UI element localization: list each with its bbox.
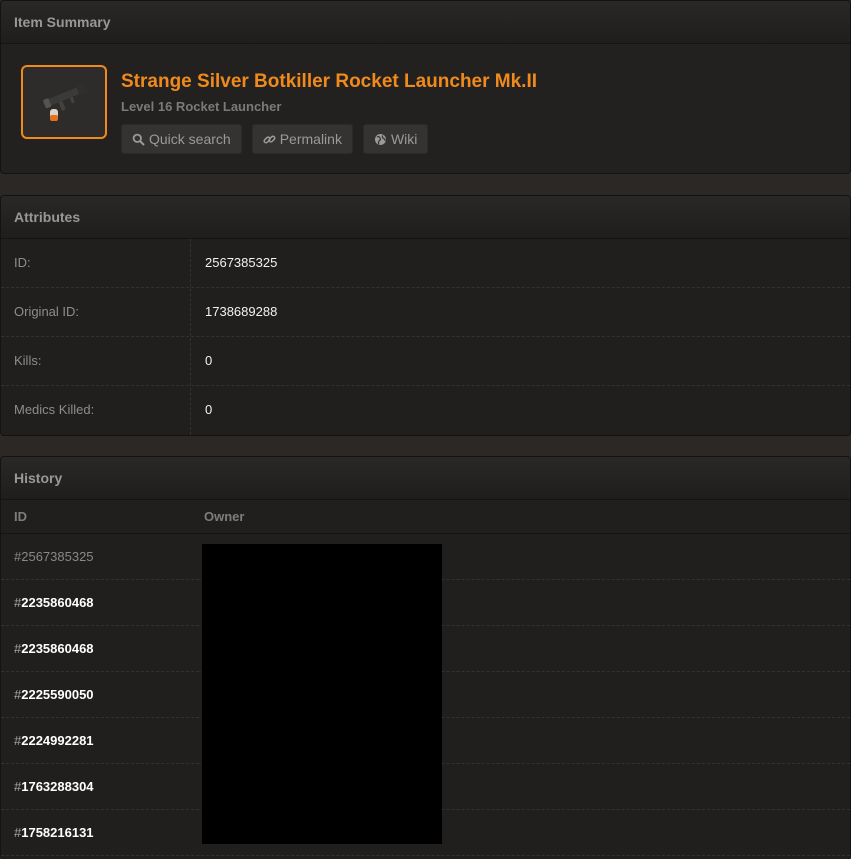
item-level-type: Level 16 Rocket Launcher (121, 99, 282, 114)
item-title: Strange Silver Botkiller Rocket Launcher… (121, 71, 538, 92)
history-column-id: ID (14, 509, 27, 524)
item-actions: Quick search Permalink Wiki (121, 124, 429, 154)
permalink-button[interactable]: Permalink (251, 124, 353, 154)
wiki-label: Wiki (390, 131, 418, 147)
attribute-value: 0 (205, 402, 213, 417)
history-id-link[interactable]: #2567385325 (14, 534, 94, 579)
history-id-link[interactable]: #2224992281 (14, 718, 94, 763)
history-id-link[interactable]: #2235860468 (14, 580, 94, 625)
history-table-header: ID Owner (1, 500, 850, 534)
attribute-value: 2567385325 (205, 255, 278, 270)
globe-icon (374, 133, 386, 145)
attribute-key: Medics Killed: (14, 402, 95, 417)
wiki-button[interactable]: Wiki (362, 124, 429, 154)
link-icon (263, 135, 276, 144)
history-header: History (1, 457, 850, 500)
attribute-value: 0 (205, 353, 213, 368)
history-id-link[interactable]: #2225590050 (14, 672, 94, 717)
history-id-link[interactable]: #2235860468 (14, 626, 94, 671)
history-column-owner: Owner (204, 509, 245, 524)
attribute-row-medics-killed: Medics Killed: 0 (1, 386, 850, 434)
item-summary-body: Strange Silver Botkiller Rocket Launcher… (1, 44, 850, 173)
attribute-key: Kills: (14, 353, 42, 368)
rocket-launcher-item-icon[interactable] (21, 65, 107, 139)
attribute-key: ID: (14, 255, 31, 270)
quick-search-button[interactable]: Quick search (121, 124, 242, 154)
permalink-label: Permalink (279, 131, 342, 147)
history-id-link[interactable]: #1758216131 (14, 810, 94, 855)
attribute-row-id: ID: 2567385325 (1, 239, 850, 288)
attribute-row-original-id: Original ID: 1738689288 (1, 288, 850, 337)
owner-column-redaction (202, 544, 442, 844)
attributes-panel: Attributes ID: 2567385325 Original ID: 1… (0, 195, 851, 436)
history-panel: History ID Owner #2567385325 #2235860468… (0, 456, 851, 859)
attribute-value: 1738689288 (205, 304, 278, 319)
attribute-row-kills: Kills: 0 (1, 337, 850, 386)
attributes-header: Attributes (1, 196, 850, 239)
item-summary-header: Item Summary (1, 1, 850, 44)
quick-search-label: Quick search (149, 131, 231, 147)
search-icon (132, 133, 145, 146)
attribute-key: Original ID: (14, 304, 80, 319)
rocket-launcher-icon (42, 83, 88, 121)
item-summary-panel: Item Summary Strange Silver Botkiller Ro… (0, 0, 851, 174)
history-id-link[interactable]: #1763288304 (14, 764, 94, 809)
